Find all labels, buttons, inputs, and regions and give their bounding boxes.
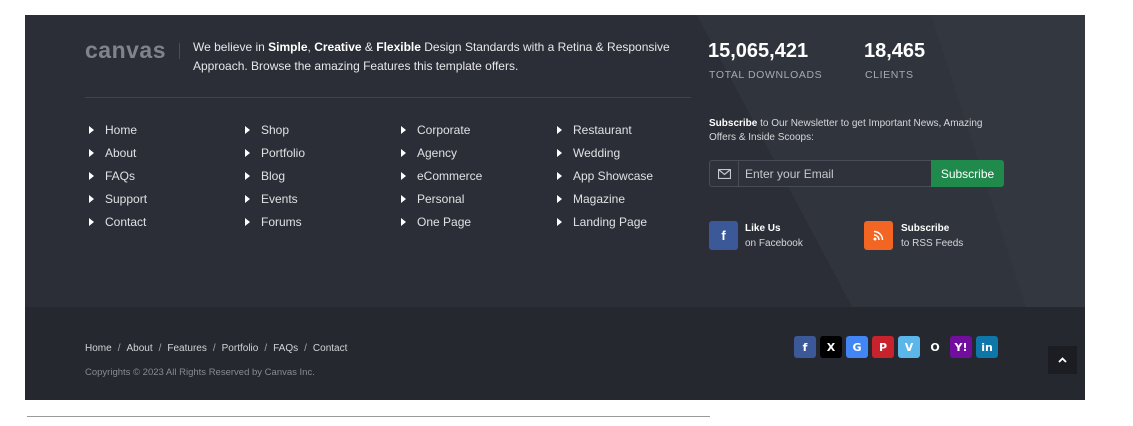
footer-link-ecommerce[interactable]: eCommerce [398,165,482,188]
rss-icon [873,230,884,241]
footer-link-support[interactable]: Support [86,187,147,210]
caret-right-icon [401,217,406,226]
intro-text: We believe in Simple, Creative & Flexibl… [193,40,670,73]
footer-link-one-page[interactable]: One Page [398,210,482,233]
caret-right-icon [89,126,94,135]
caret-right-icon [245,149,250,158]
divider [27,416,710,417]
scroll-to-top-button[interactable] [1048,346,1077,374]
caret-right-icon [245,217,250,226]
caret-right-icon [557,171,562,180]
caret-right-icon [89,149,94,158]
facebook-icon: f [721,228,726,243]
footer-link-personal[interactable]: Personal [398,187,482,210]
linkedin-icon[interactable]: in [976,336,998,358]
bottom-nav: Home / About / Features / Portfolio / FAQs / Conta… [85,343,348,354]
caret-right-icon [557,217,562,226]
newsletter-email-input[interactable] [745,161,925,186]
footer-link-wedding[interactable]: Wedding [554,142,653,165]
facebook-icon[interactable]: f [794,336,816,358]
footer-link-agency[interactable]: Agency [398,142,482,165]
footer-link-forums[interactable]: Forums [242,210,305,233]
footer-link-contact[interactable]: Contact [86,210,147,233]
caret-right-icon [557,194,562,203]
github-icon[interactable]: O [924,336,946,358]
footer-nav-column-4: Restaurant Wedding App Showcase Magazine… [554,119,653,233]
footer-link-landing-page[interactable]: Landing Page [554,210,653,233]
vimeo-icon[interactable]: V [898,336,920,358]
footer-link-shop[interactable]: Shop [242,119,305,142]
bottom-link-faqs[interactable]: FAQs [273,343,298,354]
downloads-label: TOTAL DOWNLOADS [709,69,823,81]
pinterest-icon[interactable]: P [872,336,894,358]
caret-right-icon [245,171,250,180]
newsletter-text: Subscribe to Our Newsletter to get Impor… [709,118,983,143]
footer-link-portfolio[interactable]: Portfolio [242,142,305,165]
caret-right-icon [245,194,250,203]
yahoo-icon[interactable]: Y! [950,336,972,358]
logo[interactable]: canvas [85,37,166,64]
envelope-icon [710,161,739,186]
caret-right-icon [89,171,94,180]
bottom-link-about[interactable]: About [126,343,152,354]
copyright-text: Copyrights © 2023 All Rights Reserved by… [85,367,315,378]
caret-right-icon [89,217,94,226]
footer-link-events[interactable]: Events [242,187,305,210]
footer: canvas We believe in Simple, Creative & … [25,15,1085,400]
bottom-link-portfolio[interactable]: Portfolio [222,343,259,354]
caret-right-icon [401,194,406,203]
footer-link-app-showcase[interactable]: App Showcase [554,165,653,188]
caret-right-icon [401,171,406,180]
clients-label: CLIENTS [865,69,914,81]
subscribe-button[interactable]: Subscribe [931,160,1004,187]
footer-nav-column-3: Corporate Agency eCommerce Personal One … [398,119,482,233]
caret-right-icon [245,126,250,135]
caret-right-icon [401,126,406,135]
footer-nav-column-2: Shop Portfolio Blog Events Forums [242,119,305,233]
facebook-cta-text[interactable]: Like Us on Facebook [745,221,803,251]
caret-right-icon [89,194,94,203]
x-icon[interactable]: X [820,336,842,358]
footer-link-restaurant[interactable]: Restaurant [554,119,653,142]
google-icon[interactable]: G [846,336,868,358]
footer-link-corporate[interactable]: Corporate [398,119,482,142]
bottom-link-features[interactable]: Features [167,343,206,354]
social-icons-row: f X G P V O Y! in [794,336,1002,358]
divider [179,43,180,59]
rss-cta-text[interactable]: Subscribe to RSS Feeds [901,221,963,251]
chevron-up-icon [1058,357,1067,363]
footer-link-magazine[interactable]: Magazine [554,187,653,210]
caret-right-icon [557,126,562,135]
footer-link-faqs[interactable]: FAQs [86,165,147,188]
bottom-link-home[interactable]: Home [85,343,112,354]
footer-link-blog[interactable]: Blog [242,165,305,188]
clients-counter: 18,465 [864,40,926,62]
footer-link-home[interactable]: Home [86,119,147,142]
caret-right-icon [401,149,406,158]
downloads-counter: 15,065,421 [708,40,809,62]
rss-subscribe-button[interactable] [864,221,893,250]
divider [85,97,691,98]
footer-link-about[interactable]: About [86,142,147,165]
email-field-wrapper [709,160,933,187]
bottom-link-contact[interactable]: Contact [313,343,347,354]
footer-nav-column-1: Home About FAQs Support Contact [86,119,147,233]
caret-right-icon [557,149,562,158]
facebook-like-button[interactable]: f [709,221,738,250]
